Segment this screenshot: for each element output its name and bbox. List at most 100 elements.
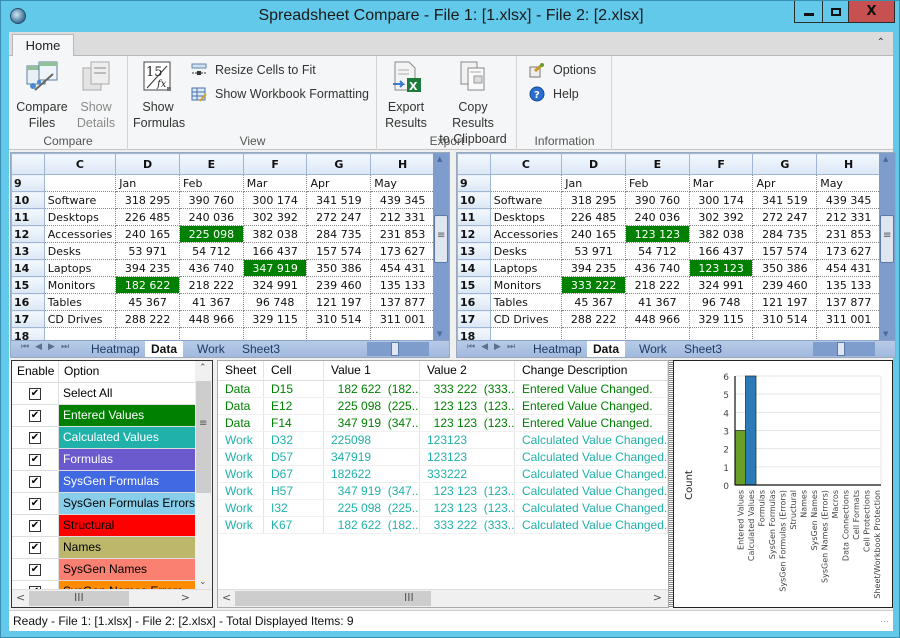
cell[interactable]: 300 174 [243,191,308,209]
scroll-thumb[interactable] [880,215,894,263]
row-header[interactable]: 16 [11,293,45,311]
cell[interactable]: 53 971 [115,242,180,260]
cell[interactable]: Tables [44,293,117,311]
cell[interactable]: 341 519 [752,191,818,209]
resize-cells-button[interactable]: Resize Cells to Fit [191,62,316,78]
scroll-thumb[interactable] [196,381,211,493]
resize-grip-icon[interactable]: ⋯ [880,611,889,631]
cell[interactable]: 394 235 [561,259,626,277]
checkbox[interactable]: ✔ [29,387,41,400]
cell[interactable]: 318 295 [561,191,626,209]
enable-checkbox-cell[interactable]: ✔ [12,427,59,448]
cell[interactable] [561,327,626,340]
row-header[interactable]: 18 [11,327,45,340]
option-row[interactable]: ✔ SysGen Names [12,559,196,581]
cell[interactable]: 310 514 [306,310,372,328]
cell[interactable]: 231 853 [816,225,881,243]
option-row[interactable]: ✔ Entered Values [12,405,196,427]
cell[interactable]: Apr [306,174,372,192]
cell[interactable]: 310 514 [752,310,818,328]
changed-cell[interactable]: 347 919 [243,259,308,277]
show-workbook-formatting-button[interactable]: Show Workbook Formatting [191,86,369,102]
cell[interactable]: Laptops [44,259,117,277]
row-header[interactable]: 10 [11,191,45,209]
cell[interactable] [44,174,117,192]
row-header[interactable]: 17 [457,310,491,328]
results-horizontal-scrollbar[interactable]: < III > [218,589,668,607]
row-header[interactable]: 15 [457,276,491,294]
cell[interactable] [179,327,244,340]
cell[interactable]: 41 367 [625,293,690,311]
cell[interactable]: Desks [44,242,117,260]
scroll-thumb[interactable] [391,342,399,356]
cell[interactable]: 284 735 [306,225,372,243]
cell[interactable] [689,327,754,340]
option-row[interactable]: ✔ Structural [12,515,196,537]
sheet-tab-work[interactable]: Work [633,341,673,357]
cell[interactable]: 436 740 [179,259,244,277]
changed-cell[interactable]: 333 222 [561,276,626,294]
row-header[interactable]: 18 [457,327,491,340]
checkbox[interactable]: ✔ [29,519,41,532]
checkbox[interactable]: ✔ [29,409,41,422]
column-header[interactable]: C [43,153,117,175]
row-header[interactable]: 13 [457,242,491,260]
row-header[interactable]: 14 [457,259,491,277]
cell[interactable]: 329 115 [689,310,754,328]
column-header[interactable]: H [816,153,881,175]
cell[interactable]: Feb [179,174,244,192]
row-header[interactable]: 11 [457,208,491,226]
sheet-tab-heatmap[interactable]: Heatmap [527,341,588,357]
scroll-thumb[interactable] [837,342,845,356]
scroll-down-icon[interactable]: ▼ [437,330,442,338]
cell[interactable]: 157 574 [306,242,372,260]
cell[interactable] [243,327,308,340]
result-row[interactable]: Data E12 225 098 (225... 123 123 (123... E… [218,398,668,415]
cell[interactable]: 272 247 [752,208,818,226]
column-header[interactable]: E [624,153,690,175]
select-all-corner[interactable] [457,153,491,175]
checkbox[interactable]: ✔ [29,453,41,466]
option-row[interactable]: ✔ SysGen Formulas Errors [12,493,196,515]
cell[interactable] [490,327,563,340]
cell[interactable]: 382 038 [689,225,754,243]
column-header[interactable]: F [242,153,308,175]
option-row[interactable]: ✔ Names [12,537,196,559]
cell[interactable]: 302 392 [689,208,754,226]
sheet2-horizontal-scrollbar[interactable] [813,342,875,356]
sheet-tab-data[interactable]: Data [587,341,626,357]
option-row[interactable]: ✔ Formulas [12,449,196,471]
cell[interactable] [816,327,881,340]
cell[interactable]: 436 740 [625,259,690,277]
cell[interactable]: Desktops [44,208,117,226]
sheet-tab-heatmap[interactable]: Heatmap [85,341,146,357]
column-header[interactable]: E [178,153,244,175]
cell[interactable]: Jan [561,174,626,192]
sheet-tab-sheet3[interactable]: Sheet3 [678,341,728,357]
cell[interactable]: Desktops [490,208,563,226]
options-horizontal-scrollbar[interactable]: < III > [12,589,212,607]
scroll-up-icon[interactable]: ▲ [437,155,442,163]
row-header[interactable]: 12 [457,225,491,243]
sheet-nav-buttons[interactable]: ⏮◀▶⏭ [21,342,75,352]
cell[interactable]: 454 431 [816,259,881,277]
column-header[interactable]: G [752,153,818,175]
cell[interactable]: 137 877 [816,293,881,311]
cell[interactable]: 302 392 [243,208,308,226]
cell[interactable]: 448 966 [625,310,690,328]
row-header[interactable]: 14 [11,259,45,277]
scroll-up-icon[interactable]: ⌃ [199,363,207,373]
checkbox[interactable]: ✔ [29,497,41,510]
cell[interactable]: Mar [243,174,308,192]
option-row[interactable]: ✔ Calculated Values [12,427,196,449]
cell[interactable]: 166 437 [689,242,754,260]
cell[interactable] [752,327,818,340]
scroll-thumb[interactable] [235,591,431,606]
cell[interactable]: 45 367 [115,293,180,311]
checkbox[interactable]: ✔ [29,541,41,554]
result-row[interactable]: Work I32 225 098 (225... 123 123 (123... C… [218,500,668,517]
cell[interactable]: 329 115 [243,310,308,328]
cell[interactable]: 137 877 [370,293,435,311]
cell[interactable]: 96 748 [243,293,308,311]
result-row[interactable]: Work D57 347919 123123 Calculated Value Chan… [218,449,668,466]
